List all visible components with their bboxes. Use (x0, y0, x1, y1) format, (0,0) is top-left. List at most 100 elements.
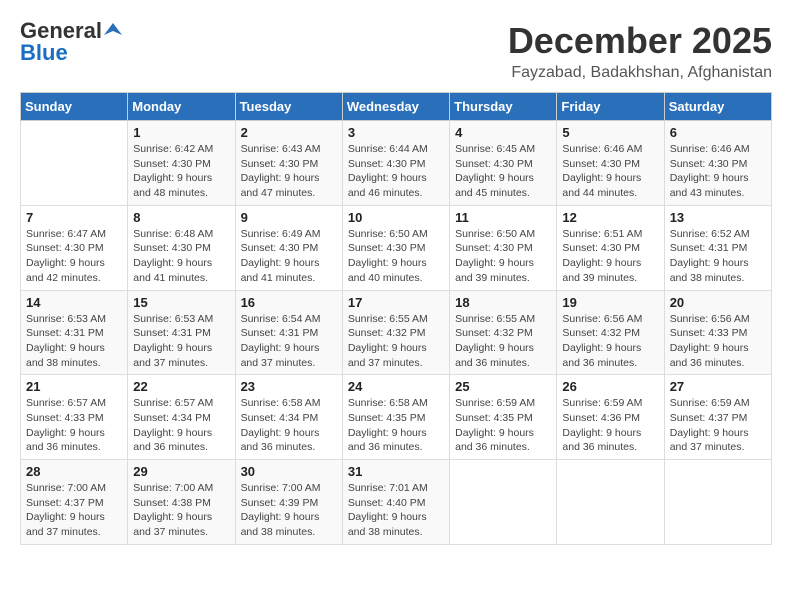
day-info: Sunrise: 6:55 AM Sunset: 4:32 PM Dayligh… (455, 312, 551, 371)
calendar-day-cell: 30 Sunrise: 7:00 AM Sunset: 4:39 PM Dayli… (235, 460, 342, 545)
day-number: 2 (241, 125, 337, 140)
calendar-day-cell: 18 Sunrise: 6:55 AM Sunset: 4:32 PM Dayli… (450, 290, 557, 375)
calendar-day-cell: 2 Sunrise: 6:43 AM Sunset: 4:30 PM Daylig… (235, 121, 342, 206)
day-number: 12 (562, 210, 658, 225)
day-info: Sunrise: 6:50 AM Sunset: 4:30 PM Dayligh… (348, 227, 444, 286)
calendar-day-cell: 7 Sunrise: 6:47 AM Sunset: 4:30 PM Daylig… (21, 205, 128, 290)
day-info: Sunrise: 6:56 AM Sunset: 4:32 PM Dayligh… (562, 312, 658, 371)
day-info: Sunrise: 6:46 AM Sunset: 4:30 PM Dayligh… (670, 142, 766, 201)
calendar-day-cell: 12 Sunrise: 6:51 AM Sunset: 4:30 PM Dayli… (557, 205, 664, 290)
day-number: 4 (455, 125, 551, 140)
day-of-week-header: Friday (557, 93, 664, 121)
calendar-table: SundayMondayTuesdayWednesdayThursdayFrid… (20, 92, 772, 545)
day-number: 28 (26, 464, 122, 479)
day-info: Sunrise: 6:46 AM Sunset: 4:30 PM Dayligh… (562, 142, 658, 201)
calendar-week-row: 1 Sunrise: 6:42 AM Sunset: 4:30 PM Daylig… (21, 121, 772, 206)
logo-general-text: General (20, 20, 102, 42)
calendar-day-cell: 22 Sunrise: 6:57 AM Sunset: 4:34 PM Dayli… (128, 375, 235, 460)
day-of-week-header: Thursday (450, 93, 557, 121)
day-number: 24 (348, 379, 444, 394)
day-number: 13 (670, 210, 766, 225)
day-info: Sunrise: 6:55 AM Sunset: 4:32 PM Dayligh… (348, 312, 444, 371)
calendar-day-cell: 24 Sunrise: 6:58 AM Sunset: 4:35 PM Dayli… (342, 375, 449, 460)
day-number: 11 (455, 210, 551, 225)
day-info: Sunrise: 6:51 AM Sunset: 4:30 PM Dayligh… (562, 227, 658, 286)
day-info: Sunrise: 6:59 AM Sunset: 4:36 PM Dayligh… (562, 396, 658, 455)
day-number: 30 (241, 464, 337, 479)
calendar-day-cell: 13 Sunrise: 6:52 AM Sunset: 4:31 PM Dayli… (664, 205, 771, 290)
calendar-day-cell (21, 121, 128, 206)
day-number: 17 (348, 295, 444, 310)
day-info: Sunrise: 6:48 AM Sunset: 4:30 PM Dayligh… (133, 227, 229, 286)
calendar-day-cell: 25Sunrise: 6:59 AM Sunset: 4:35 PM Dayli… (450, 375, 557, 460)
day-info: Sunrise: 6:57 AM Sunset: 4:34 PM Dayligh… (133, 396, 229, 455)
calendar-day-cell: 1 Sunrise: 6:42 AM Sunset: 4:30 PM Daylig… (128, 121, 235, 206)
day-number: 27 (670, 379, 766, 394)
day-info: Sunrise: 6:56 AM Sunset: 4:33 PM Dayligh… (670, 312, 766, 371)
day-number: 6 (670, 125, 766, 140)
day-info: Sunrise: 6:59 AM Sunset: 4:35 PM Dayligh… (455, 396, 551, 455)
day-number: 15 (133, 295, 229, 310)
calendar-title: December 2025 (508, 20, 772, 62)
calendar-day-cell: 11 Sunrise: 6:50 AM Sunset: 4:30 PM Dayli… (450, 205, 557, 290)
calendar-week-row: 14 Sunrise: 6:53 AM Sunset: 4:31 PM Dayli… (21, 290, 772, 375)
day-number: 26 (562, 379, 658, 394)
page-header: General Blue December 2025 Fayzabad, Bad… (20, 20, 772, 82)
calendar-day-cell: 29 Sunrise: 7:00 AM Sunset: 4:38 PM Dayli… (128, 460, 235, 545)
day-info: Sunrise: 7:01 AM Sunset: 4:40 PM Dayligh… (348, 481, 444, 540)
day-number: 23 (241, 379, 337, 394)
calendar-day-cell: 3Sunrise: 6:44 AM Sunset: 4:30 PM Daylig… (342, 121, 449, 206)
day-info: Sunrise: 6:57 AM Sunset: 4:33 PM Dayligh… (26, 396, 122, 455)
day-number: 22 (133, 379, 229, 394)
calendar-day-cell: 8 Sunrise: 6:48 AM Sunset: 4:30 PM Daylig… (128, 205, 235, 290)
day-number: 7 (26, 210, 122, 225)
day-info: Sunrise: 6:53 AM Sunset: 4:31 PM Dayligh… (133, 312, 229, 371)
logo-blue-text: Blue (20, 42, 68, 64)
day-info: Sunrise: 6:52 AM Sunset: 4:31 PM Dayligh… (670, 227, 766, 286)
calendar-day-cell: 23 Sunrise: 6:58 AM Sunset: 4:34 PM Dayli… (235, 375, 342, 460)
calendar-day-cell (450, 460, 557, 545)
day-number: 5 (562, 125, 658, 140)
calendar-day-cell: 28Sunrise: 7:00 AM Sunset: 4:37 PM Dayli… (21, 460, 128, 545)
calendar-day-cell: 5 Sunrise: 6:46 AM Sunset: 4:30 PM Daylig… (557, 121, 664, 206)
day-number: 14 (26, 295, 122, 310)
calendar-day-cell: 16 Sunrise: 6:54 AM Sunset: 4:31 PM Dayli… (235, 290, 342, 375)
calendar-day-cell: 9Sunrise: 6:49 AM Sunset: 4:30 PM Daylig… (235, 205, 342, 290)
calendar-location: Fayzabad, Badakhshan, Afghanistan (508, 64, 772, 82)
calendar-week-row: 21Sunrise: 6:57 AM Sunset: 4:33 PM Dayli… (21, 375, 772, 460)
day-info: Sunrise: 7:00 AM Sunset: 4:38 PM Dayligh… (133, 481, 229, 540)
day-of-week-header: Saturday (664, 93, 771, 121)
calendar-day-cell: 31 Sunrise: 7:01 AM Sunset: 4:40 PM Dayli… (342, 460, 449, 545)
day-number: 31 (348, 464, 444, 479)
day-info: Sunrise: 6:43 AM Sunset: 4:30 PM Dayligh… (241, 142, 337, 201)
calendar-day-cell (557, 460, 664, 545)
day-info: Sunrise: 6:50 AM Sunset: 4:30 PM Dayligh… (455, 227, 551, 286)
calendar-day-cell: 10Sunrise: 6:50 AM Sunset: 4:30 PM Dayli… (342, 205, 449, 290)
calendar-day-cell: 17 Sunrise: 6:55 AM Sunset: 4:32 PM Dayli… (342, 290, 449, 375)
day-number: 3 (348, 125, 444, 140)
day-info: Sunrise: 6:42 AM Sunset: 4:30 PM Dayligh… (133, 142, 229, 201)
day-info: Sunrise: 6:45 AM Sunset: 4:30 PM Dayligh… (455, 142, 551, 201)
calendar-day-cell (664, 460, 771, 545)
day-info: Sunrise: 6:58 AM Sunset: 4:35 PM Dayligh… (348, 396, 444, 455)
title-block: December 2025 Fayzabad, Badakhshan, Afgh… (508, 20, 772, 82)
calendar-header-row: SundayMondayTuesdayWednesdayThursdayFrid… (21, 93, 772, 121)
day-info: Sunrise: 6:58 AM Sunset: 4:34 PM Dayligh… (241, 396, 337, 455)
calendar-day-cell: 14 Sunrise: 6:53 AM Sunset: 4:31 PM Dayli… (21, 290, 128, 375)
calendar-day-cell: 15 Sunrise: 6:53 AM Sunset: 4:31 PM Dayli… (128, 290, 235, 375)
day-number: 8 (133, 210, 229, 225)
day-info: Sunrise: 6:59 AM Sunset: 4:37 PM Dayligh… (670, 396, 766, 455)
day-number: 18 (455, 295, 551, 310)
day-info: Sunrise: 7:00 AM Sunset: 4:39 PM Dayligh… (241, 481, 337, 540)
day-number: 16 (241, 295, 337, 310)
day-number: 19 (562, 295, 658, 310)
calendar-day-cell: 21Sunrise: 6:57 AM Sunset: 4:33 PM Dayli… (21, 375, 128, 460)
day-of-week-header: Wednesday (342, 93, 449, 121)
day-info: Sunrise: 6:53 AM Sunset: 4:31 PM Dayligh… (26, 312, 122, 371)
day-number: 1 (133, 125, 229, 140)
day-info: Sunrise: 6:47 AM Sunset: 4:30 PM Dayligh… (26, 227, 122, 286)
day-info: Sunrise: 6:54 AM Sunset: 4:31 PM Dayligh… (241, 312, 337, 371)
day-of-week-header: Monday (128, 93, 235, 121)
day-info: Sunrise: 6:49 AM Sunset: 4:30 PM Dayligh… (241, 227, 337, 286)
day-number: 29 (133, 464, 229, 479)
